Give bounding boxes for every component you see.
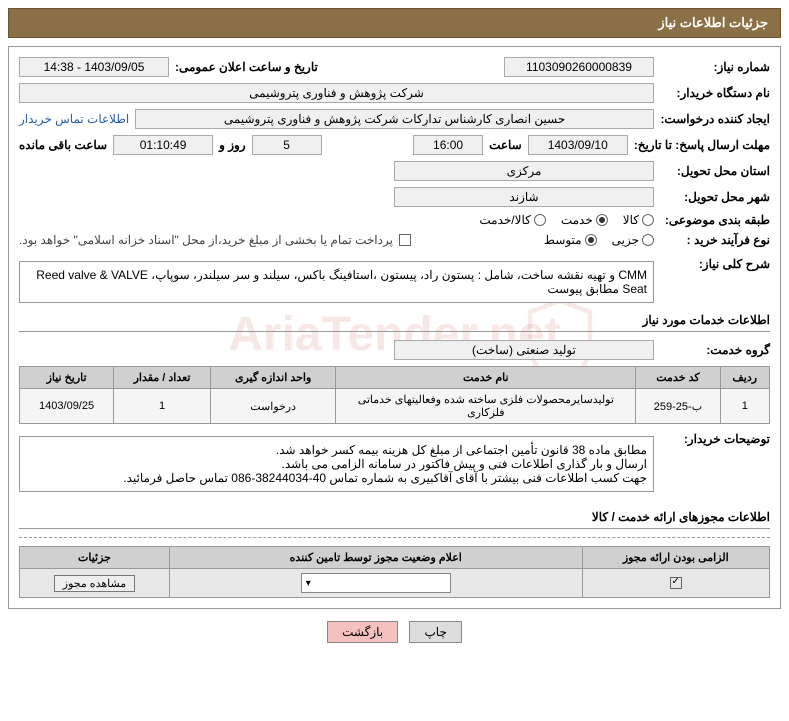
category-label: طبقه بندی موضوعی: xyxy=(660,213,770,227)
days-label: روز و xyxy=(219,138,246,152)
radio-goods[interactable] xyxy=(642,214,654,226)
payment-note: پرداخت تمام یا بخشی از مبلغ خرید،از محل … xyxy=(19,233,393,247)
requester-value: حسین انصاری کارشناس تدارکات شرکت پژوهش و… xyxy=(135,109,654,129)
announce-label: تاریخ و ساعت اعلان عمومی: xyxy=(175,60,318,74)
buyer-notes-line3: جهت کسب اطلاعات فنی بیشتر با آقای آقاکبی… xyxy=(26,471,647,485)
purchase-type-label: نوع فرآیند خرید : xyxy=(660,233,770,247)
buyer-org-value: شرکت پژوهش و فناوری پتروشیمی xyxy=(19,83,654,103)
cell-row: 1 xyxy=(720,389,769,424)
th-row: ردیف xyxy=(720,367,769,389)
radio-goods-label: کالا xyxy=(623,213,639,227)
th-qty: تعداد / مقدار xyxy=(114,367,211,389)
page-header: جزئیات اطلاعات نیاز xyxy=(8,8,781,38)
need-number-value: 1103090260000839 xyxy=(504,57,654,77)
th-details: جزئیات xyxy=(20,547,170,569)
page-title: جزئیات اطلاعات نیاز xyxy=(658,15,768,30)
remaining-label: ساعت باقی مانده xyxy=(19,138,107,152)
cell-unit: درخواست xyxy=(210,389,335,424)
th-status: اعلام وضعیت مجوز توسط تامین کننده xyxy=(170,547,583,569)
city-label: شهر محل تحویل: xyxy=(660,190,770,204)
table-row: 1 ب-25-259 تولیدسایرمحصولات فلزی ساخته ش… xyxy=(20,389,770,424)
service-group-value: تولید صنعتی (ساخت) xyxy=(394,340,654,360)
radio-service-label: خدمت xyxy=(561,213,593,227)
chevron-down-icon: ▾ xyxy=(306,578,311,589)
status-select[interactable]: ▾ xyxy=(301,573,451,593)
days-remaining: 5 xyxy=(252,135,322,155)
license-row: ▾ مشاهده مجوز xyxy=(20,569,770,598)
deadline-date: 1403/09/10 xyxy=(528,135,628,155)
cell-qty: 1 xyxy=(114,389,211,424)
th-date: تاریخ نیاز xyxy=(20,367,114,389)
services-table: ردیف کد خدمت نام خدمت واحد اندازه گیری ت… xyxy=(19,366,770,424)
service-group-label: گروه خدمت: xyxy=(660,343,770,357)
radio-partial-label: جزیی xyxy=(612,233,639,247)
buyer-notes-box: مطابق ماده 38 قانون تأمین اجتماعی از مبل… xyxy=(19,436,654,492)
category-radio-group: کالا خدمت کالا/خدمت xyxy=(479,213,654,227)
buyer-org-label: نام دستگاه خریدار: xyxy=(660,86,770,100)
province-label: استان محل تحویل: xyxy=(660,164,770,178)
th-mandatory: الزامی بودن ارائه مجوز xyxy=(582,547,770,569)
countdown-value: 01:10:49 xyxy=(113,135,213,155)
radio-both-label: کالا/خدمت xyxy=(479,213,530,227)
th-code: کد خدمت xyxy=(636,367,720,389)
divider xyxy=(19,537,770,538)
time-label: ساعت xyxy=(489,138,522,152)
deadline-label: مهلت ارسال پاسخ: تا تاریخ: xyxy=(634,138,770,152)
license-table: الزامی بودن ارائه مجوز اعلام وضعیت مجوز … xyxy=(19,546,770,598)
buyer-notes-line1: مطابق ماده 38 قانون تأمین اجتماعی از مبل… xyxy=(26,443,647,457)
need-number-label: شماره نیاز: xyxy=(660,60,770,74)
treasury-checkbox[interactable] xyxy=(399,234,411,246)
requester-label: ایجاد کننده درخواست: xyxy=(660,112,770,126)
province-value: مرکزی xyxy=(394,161,654,181)
mandatory-checkbox[interactable] xyxy=(670,577,682,589)
overview-label: شرح کلی نیاز: xyxy=(660,257,770,271)
cell-date: 1403/09/25 xyxy=(20,389,114,424)
services-section-title: اطلاعات خدمات مورد نیاز xyxy=(19,313,770,332)
cell-name: تولیدسایرمحصولات فلزی ساخته شده وفعالیته… xyxy=(336,389,636,424)
city-value: شازند xyxy=(394,187,654,207)
overview-text: CMM و تهیه نقشه ساخت، شامل : پستون راد، … xyxy=(19,261,654,303)
cell-code: ب-25-259 xyxy=(636,389,720,424)
purchase-type-radio-group: جزیی متوسط xyxy=(544,233,654,247)
radio-medium-label: متوسط xyxy=(544,233,582,247)
th-unit: واحد اندازه گیری xyxy=(210,367,335,389)
radio-partial[interactable] xyxy=(642,234,654,246)
license-section-title: اطلاعات مجوزهای ارائه خدمت / کالا xyxy=(19,510,770,529)
announce-value: 1403/09/05 - 14:38 xyxy=(19,57,169,77)
buyer-notes-line2: ارسال و بار گذاری اطلاعات فنی و پیش فاکت… xyxy=(26,457,647,471)
print-button[interactable]: چاپ xyxy=(409,621,461,643)
deadline-time: 16:00 xyxy=(413,135,483,155)
view-license-button[interactable]: مشاهده مجوز xyxy=(54,575,135,592)
buyer-contact-link[interactable]: اطلاعات تماس خریدار xyxy=(19,112,129,126)
radio-medium[interactable] xyxy=(585,234,597,246)
th-name: نام خدمت xyxy=(336,367,636,389)
buyer-notes-label: توضیحات خریدار: xyxy=(660,432,770,446)
radio-both[interactable] xyxy=(534,214,546,226)
back-button[interactable]: بازگشت xyxy=(327,621,398,643)
radio-service[interactable] xyxy=(596,214,608,226)
